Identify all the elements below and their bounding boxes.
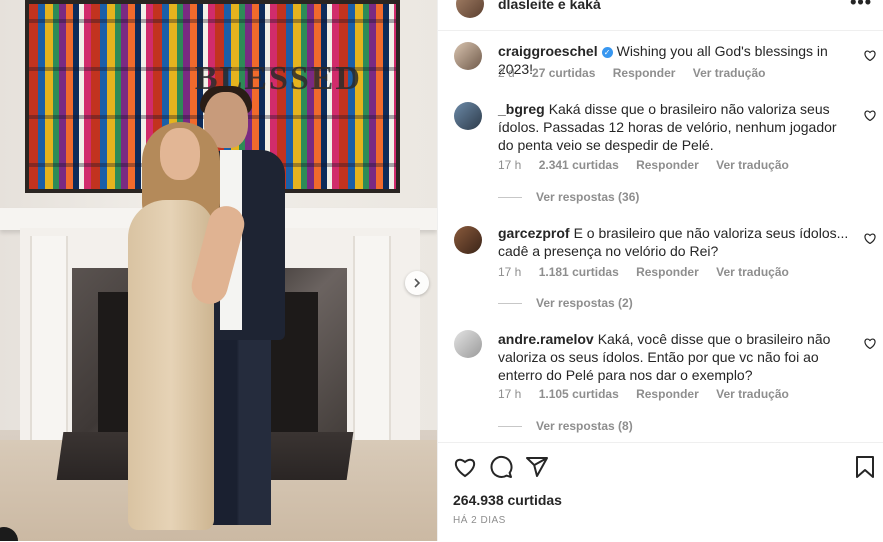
comment-meta: 17 h 1.105 curtidas Responder Ver traduç… [498,387,803,401]
author-names[interactable]: dlasleite e kaká [498,0,601,12]
view-replies-button[interactable]: Ver respostas (36) [498,190,639,204]
heart-icon[interactable] [864,233,876,244]
reply-button[interactable]: Responder [636,387,699,401]
view-replies-button[interactable]: Ver respostas (2) [498,296,633,310]
fireplace-pillar-left [30,236,68,442]
comments-panel: dlasleite e kaká ••• craiggroeschel ✓ Wish… [437,0,883,541]
comment-likes[interactable]: 2.341 curtidas [539,158,619,172]
man-legs [205,335,271,525]
translate-button[interactable]: Ver tradução [693,66,766,80]
more-options-icon[interactable]: ••• [850,0,872,13]
comment-likes[interactable]: 1.181 curtidas [539,265,619,279]
comment-meta: 2 d 27 curtidas Responder Ver tradução [498,66,779,80]
comment-likes[interactable]: 1.105 curtidas [539,387,619,401]
post-header: dlasleite e kaká ••• [438,0,883,31]
heart-icon[interactable] [864,50,876,61]
post-timestamp[interactable]: HÁ 2 DIAS [453,515,506,526]
comment-time: 2 d [498,66,515,80]
comment-username[interactable]: craiggroeschel [498,43,598,59]
translate-button[interactable]: Ver tradução [716,265,789,279]
carousel-next-button[interactable] [405,271,429,295]
view-replies-button[interactable]: Ver respostas (8) [498,419,633,433]
translate-button[interactable]: Ver tradução [716,387,789,401]
reply-button[interactable]: Responder [613,66,676,80]
bookmark-icon[interactable] [853,455,877,479]
verified-badge-icon: ✓ [601,47,613,58]
comment-time: 17 h [498,387,522,401]
translate-button[interactable]: Ver tradução [716,158,789,172]
comment-username[interactable]: _bgreg [498,101,545,117]
post-photo[interactable]: BLESSED [0,0,437,541]
commenter-avatar[interactable] [454,226,482,254]
chevron-right-icon [414,278,421,288]
like-heart-icon[interactable] [453,455,477,479]
comment-likes[interactable]: 27 curtidas [532,66,595,80]
comment-icon[interactable] [489,455,513,479]
comment-meta: 17 h 1.181 curtidas Responder Ver traduç… [498,265,803,279]
post-actions: 264.938 curtidas HÁ 2 DIAS [438,442,883,542]
comment-username[interactable]: andre.ramelov [498,331,594,347]
author-avatar[interactable] [456,0,484,18]
commenter-avatar[interactable] [454,330,482,358]
comment-time: 17 h [498,158,522,172]
comment-username[interactable]: garcezprof [498,225,570,241]
comment-text: Kaká disse que o brasileiro não valoriza… [498,101,837,153]
reply-button[interactable]: Responder [636,158,699,172]
commenter-avatar[interactable] [454,42,482,70]
comment-time: 17 h [498,265,522,279]
commenter-avatar[interactable] [454,102,482,130]
heart-icon[interactable] [864,338,876,349]
woman-face [160,128,200,180]
fireplace-pillar-right [353,236,391,442]
reply-button[interactable]: Responder [636,265,699,279]
comment-meta: 17 h 2.341 curtidas Responder Ver traduç… [498,158,803,172]
heart-icon[interactable] [864,110,876,121]
share-icon[interactable] [525,455,549,479]
post-likes-count[interactable]: 264.938 curtidas [453,492,562,508]
